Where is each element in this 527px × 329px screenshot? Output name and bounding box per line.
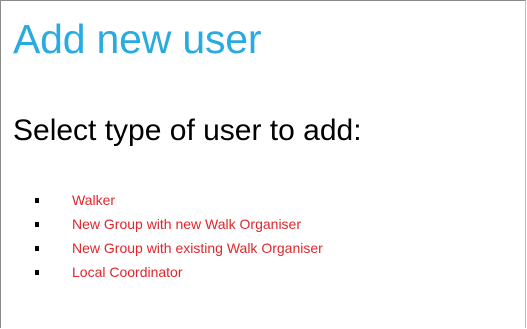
bullet-icon (35, 222, 39, 227)
bullet-icon (35, 270, 39, 275)
page-title: Add new user (13, 16, 262, 62)
user-type-heading: Select type of user to add: (13, 114, 362, 147)
content-panel: Add new user Select type of user to add:… (0, 0, 526, 328)
bullet-icon (35, 246, 39, 251)
new-group-new-organiser-link[interactable]: New Group with new Walk Organiser (72, 212, 301, 236)
local-coordinator-link[interactable]: Local Coordinator (72, 260, 183, 284)
walker-link[interactable]: Walker (72, 188, 115, 212)
bullet-icon (35, 198, 39, 203)
new-group-existing-organiser-link[interactable]: New Group with existing Walk Organiser (72, 236, 323, 260)
